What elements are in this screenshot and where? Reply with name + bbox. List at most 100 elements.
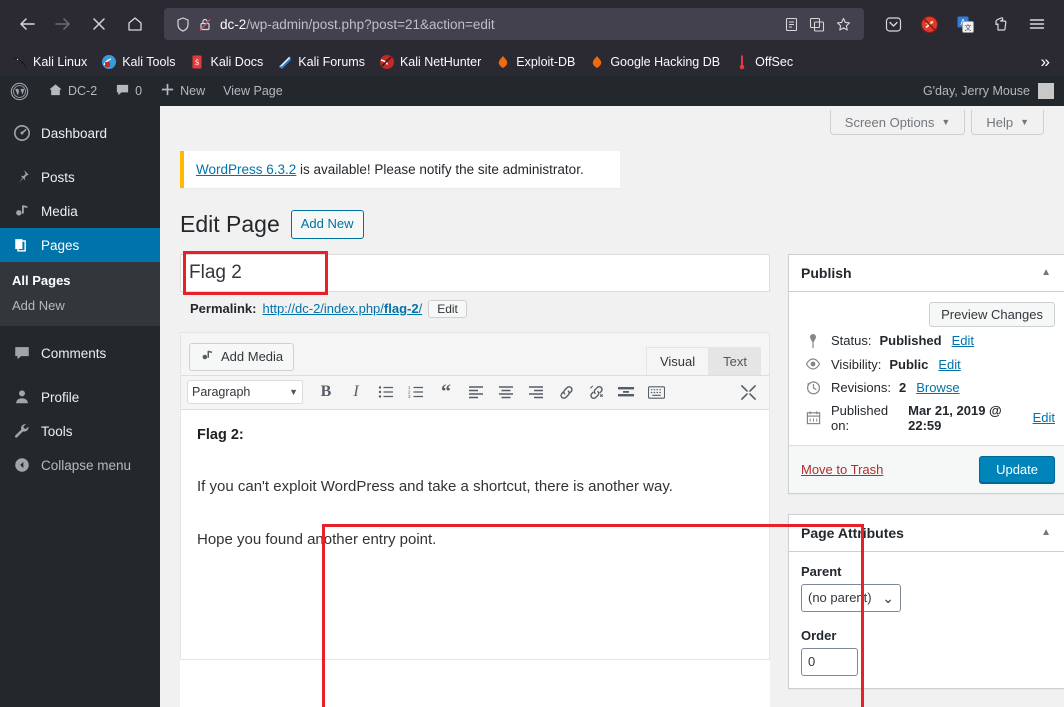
published-on-edit-link[interactable]: Edit bbox=[1033, 410, 1055, 425]
status-label: Status: bbox=[831, 333, 872, 349]
sidebar-item-collapse-menu[interactable]: Collapse menu bbox=[0, 448, 160, 482]
translate-icon[interactable] bbox=[804, 17, 830, 32]
insert-link-icon[interactable] bbox=[551, 379, 581, 405]
order-input[interactable]: 0 bbox=[801, 647, 858, 676]
sidebar-item-dashboard[interactable]: Dashboard bbox=[0, 116, 160, 150]
shield-icon[interactable] bbox=[172, 16, 194, 32]
fullscreen-icon[interactable] bbox=[733, 379, 763, 405]
greeting-label: G'day, Jerry Mouse bbox=[922, 84, 1030, 98]
sidebar-item-profile[interactable]: Profile bbox=[0, 380, 160, 414]
sidebar-item-media[interactable]: Media bbox=[0, 194, 160, 228]
order-label: Order bbox=[801, 627, 837, 643]
translate-extension-icon[interactable]: A文 bbox=[948, 7, 982, 41]
sidebar-item-comments[interactable]: Comments bbox=[0, 336, 160, 370]
revisions-browse-link[interactable]: Browse bbox=[916, 380, 959, 395]
screen-options-button[interactable]: Screen Options ▼ bbox=[829, 110, 966, 135]
chevron-up-icon[interactable]: ▲ bbox=[1037, 527, 1055, 538]
status-edit-link[interactable]: Edit bbox=[952, 333, 974, 348]
editor-format-toolbar: Paragraph ▼ B I 123 “ bbox=[181, 374, 769, 409]
bookmark-kali-linux[interactable]: Kali Linux bbox=[6, 52, 93, 72]
user-icon bbox=[12, 387, 32, 407]
url-text[interactable]: dc-2/wp-admin/post.php?post=21&action=ed… bbox=[216, 17, 778, 32]
adminbar-comments[interactable]: 0 bbox=[106, 76, 151, 106]
no-script-icon[interactable] bbox=[912, 7, 946, 41]
adminbar-site-name[interactable]: DC-2 bbox=[39, 76, 106, 106]
publish-box-title: Publish bbox=[801, 264, 852, 281]
parent-select[interactable]: (no parent) ⌄ bbox=[801, 583, 901, 612]
align-left-icon[interactable] bbox=[461, 379, 491, 405]
reader-view-icon[interactable] bbox=[778, 17, 804, 32]
sidebar-subitem-add-new[interactable]: Add New bbox=[0, 293, 160, 318]
back-arrow-icon[interactable] bbox=[10, 7, 44, 41]
home-icon[interactable] bbox=[118, 7, 152, 41]
add-media-button[interactable]: Add Media bbox=[189, 342, 295, 371]
post-title-input[interactable] bbox=[180, 253, 770, 292]
stop-x-icon[interactable] bbox=[82, 7, 116, 41]
wordpress-logo-icon[interactable] bbox=[0, 76, 39, 106]
bookmark-kali-nethunter[interactable]: Kali NetHunter bbox=[373, 52, 487, 72]
url-host: dc-2 bbox=[220, 16, 247, 32]
align-right-icon[interactable] bbox=[521, 379, 551, 405]
remove-link-icon[interactable] bbox=[581, 379, 611, 405]
app-menu-icon[interactable] bbox=[1020, 7, 1054, 41]
address-bar[interactable]: dc-2/wp-admin/post.php?post=21&action=ed… bbox=[164, 8, 864, 40]
add-new-button[interactable]: Add New bbox=[290, 210, 364, 239]
tab-text[interactable]: Text bbox=[709, 346, 761, 375]
adminbar-view-page[interactable]: View Page bbox=[214, 76, 292, 106]
tab-visual[interactable]: Visual bbox=[645, 346, 710, 375]
update-button[interactable]: Update bbox=[979, 455, 1055, 483]
paragraph-format-select[interactable]: Paragraph ▼ bbox=[187, 380, 303, 405]
bookmarks-overflow-icon[interactable]: » bbox=[1033, 52, 1058, 72]
bulleted-list-icon[interactable] bbox=[371, 379, 401, 405]
wordpress-version-link[interactable]: WordPress 6.3.2 bbox=[196, 162, 296, 177]
pin-icon bbox=[12, 167, 32, 187]
preview-changes-button[interactable]: Preview Changes bbox=[929, 301, 1055, 327]
sidebar-item-tools[interactable]: Tools bbox=[0, 414, 160, 448]
lock-broken-icon[interactable] bbox=[194, 17, 216, 32]
sidebar-item-pages[interactable]: Pages bbox=[0, 228, 168, 262]
bookmark-google-hacking-db[interactable]: Google Hacking DB bbox=[583, 52, 726, 72]
bold-icon[interactable]: B bbox=[311, 379, 341, 405]
permalink-link[interactable]: http://dc-2/index.php/flag-2/ bbox=[262, 301, 422, 316]
move-to-trash-link[interactable]: Move to Trash bbox=[801, 462, 883, 477]
notice-rest-text: is available! Please notify the site adm… bbox=[296, 162, 584, 177]
star-icon[interactable] bbox=[830, 17, 856, 32]
bookmark-kali-forums[interactable]: Kali Forums bbox=[271, 52, 371, 72]
published-on-label: Published on: bbox=[831, 402, 889, 433]
home-icon bbox=[48, 82, 63, 100]
toolbar-toggle-icon[interactable] bbox=[641, 379, 671, 405]
sidebar-item-label: Dashboard bbox=[41, 125, 108, 141]
sidebar-item-posts[interactable]: Posts bbox=[0, 160, 160, 194]
sidebar-subitem-all-pages[interactable]: All Pages bbox=[0, 268, 160, 293]
post-body: Permalink: http://dc-2/index.php/flag-2/… bbox=[180, 250, 1064, 707]
visibility-edit-link[interactable]: Edit bbox=[938, 357, 960, 372]
help-button[interactable]: Help ▼ bbox=[971, 110, 1044, 135]
forward-arrow-icon[interactable] bbox=[46, 7, 80, 41]
read-more-icon[interactable] bbox=[611, 379, 641, 405]
bookmark-label: Kali Forums bbox=[298, 55, 365, 69]
page-attributes-box: Page Attributes ▲ Parent (no parent) ⌄ O… bbox=[788, 513, 1064, 689]
chevron-up-icon[interactable]: ▲ bbox=[1037, 267, 1055, 278]
screen-meta-links: Screen Options ▼ Help ▼ bbox=[160, 106, 1064, 135]
pocket-icon[interactable] bbox=[876, 7, 910, 41]
page-title: Edit Page bbox=[180, 210, 280, 237]
bookmark-exploit-db[interactable]: Exploit-DB bbox=[489, 52, 581, 72]
blockquote-icon[interactable]: “ bbox=[431, 379, 461, 405]
bookmarks-bar: Kali Linux Kali Tools $ Kali Docs Kali F… bbox=[0, 48, 1064, 76]
numbered-list-icon[interactable]: 123 bbox=[401, 379, 431, 405]
bookmark-offsec[interactable]: OffSec bbox=[728, 52, 799, 72]
bookmark-kali-docs[interactable]: $ Kali Docs bbox=[183, 52, 269, 72]
italic-icon[interactable]: I bbox=[341, 379, 371, 405]
publish-row-revisions: Revisions: 2 Browse bbox=[801, 374, 1055, 397]
bookmark-kali-tools[interactable]: Kali Tools bbox=[95, 52, 181, 72]
adminbar-new[interactable]: New bbox=[151, 76, 214, 106]
publish-row-status: Status: Published Edit bbox=[801, 327, 1055, 351]
browser-chrome: dc-2/wp-admin/post.php?post=21&action=ed… bbox=[0, 0, 1064, 76]
foxyproxy-icon[interactable] bbox=[984, 7, 1018, 41]
published-on-value: Mar 21, 2019 @ 22:59 bbox=[908, 402, 1002, 433]
bookmark-label: Kali Docs bbox=[210, 55, 264, 69]
editor-content-area[interactable]: Flag 2: If you can't exploit WordPress a… bbox=[181, 408, 769, 659]
edit-permalink-button[interactable]: Edit bbox=[428, 299, 467, 318]
adminbar-account-area[interactable]: G'day, Jerry Mouse bbox=[923, 83, 1064, 99]
align-center-icon[interactable] bbox=[491, 379, 521, 405]
